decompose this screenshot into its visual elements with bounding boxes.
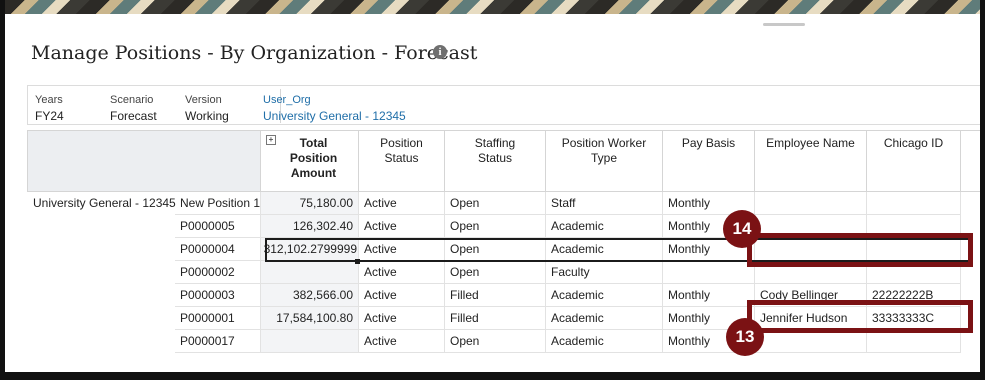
table-row: University General - 12345 New Position … — [27, 192, 980, 215]
decorative-banner — [5, 0, 980, 14]
position-cell[interactable]: P0000017 — [175, 330, 261, 353]
pov-version[interactable]: Version Working — [185, 94, 229, 123]
pay-basis-cell[interactable]: Monthly — [663, 284, 755, 307]
worker-type-cell[interactable]: Academic — [546, 238, 663, 261]
table-row: P0000017 Active Open Academic Monthly — [27, 330, 980, 353]
position-status-cell[interactable]: Active — [359, 261, 445, 284]
staffing-status-cell[interactable]: Open — [445, 261, 546, 284]
amount-cell[interactable]: 312,102.2799999 — [261, 238, 359, 261]
employee-name-cell[interactable] — [755, 192, 867, 215]
position-status-cell[interactable]: Active — [359, 284, 445, 307]
staffing-status-cell[interactable]: Open — [445, 215, 546, 238]
col-header-employee-name[interactable]: Employee Name — [755, 130, 867, 192]
worker-type-cell[interactable]: Staff — [546, 192, 663, 215]
col-header-chicago-id[interactable]: Chicago ID — [867, 130, 961, 192]
worker-type-cell[interactable]: Academic — [546, 215, 663, 238]
window-bottom-edge — [5, 372, 980, 375]
position-cell[interactable]: P0000002 — [175, 261, 261, 284]
pov-value: Working — [185, 109, 229, 123]
position-status-cell[interactable]: Active — [359, 238, 445, 261]
col-header-label: Employee Name — [766, 136, 855, 150]
amount-cell[interactable]: 17,584,100.80 — [261, 307, 359, 330]
pov-label: Scenario — [110, 94, 154, 106]
position-cell[interactable]: New Position 1 — [175, 192, 261, 215]
app-window: Manage Positions - By Organization - For… — [0, 0, 985, 380]
pov-value: Forecast — [110, 109, 157, 123]
chicago-id-cell[interactable] — [867, 330, 961, 353]
worker-type-cell[interactable]: Academic — [546, 307, 663, 330]
pov-label: Version — [185, 94, 222, 106]
pov-label: User_Org — [263, 94, 311, 106]
col-header-overflow — [961, 130, 980, 192]
pov-bar: Years FY24 Scenario Forecast Version Wor… — [27, 85, 980, 125]
staffing-status-cell[interactable]: Open — [445, 238, 546, 261]
amount-cell[interactable] — [261, 261, 359, 284]
staffing-status-cell[interactable]: Open — [445, 192, 546, 215]
drag-handle[interactable] — [763, 23, 805, 26]
page-title: Manage Positions - By Organization - For… — [31, 42, 478, 64]
staffing-status-cell[interactable]: Filled — [445, 307, 546, 330]
worker-type-cell[interactable]: Academic — [546, 330, 663, 353]
col-header-label: Position Status — [380, 136, 423, 165]
employee-name-cell[interactable] — [755, 330, 867, 353]
col-header-pay-basis[interactable]: Pay Basis — [663, 130, 755, 192]
worker-type-cell[interactable]: Faculty — [546, 261, 663, 284]
callout-badge: 14 — [723, 210, 761, 248]
info-icon[interactable]: i — [433, 45, 447, 59]
col-header-label: Pay Basis — [681, 136, 736, 150]
position-status-cell[interactable]: Active — [359, 330, 445, 353]
position-cell[interactable]: P0000004 — [175, 238, 261, 261]
fill-handle[interactable] — [355, 259, 360, 264]
position-status-cell[interactable]: Active — [359, 215, 445, 238]
position-cell[interactable]: P0000003 — [175, 284, 261, 307]
amount-cell[interactable]: 75,180.00 — [261, 192, 359, 215]
pov-scenario[interactable]: Scenario Forecast — [110, 94, 157, 123]
org-label: University General - 12345 — [33, 196, 176, 210]
pay-basis-cell[interactable] — [663, 261, 755, 284]
expand-icon[interactable]: + — [266, 135, 276, 145]
amount-cell[interactable]: 382,566.00 — [261, 284, 359, 307]
worker-type-cell[interactable]: Academic — [546, 284, 663, 307]
col-header-position-status[interactable]: Position Status — [359, 130, 445, 192]
callout-badge: 13 — [726, 318, 764, 356]
row-header-corner — [27, 130, 261, 192]
pov-value: University General - 12345 — [263, 109, 406, 123]
col-header-label: Staffing Status — [474, 136, 516, 165]
col-header-position-worker-type[interactable]: Position Worker Type — [546, 130, 663, 192]
pov-label: Years — [35, 94, 63, 106]
position-cell[interactable]: P0000001 — [175, 307, 261, 330]
pov-years[interactable]: Years FY24 — [35, 94, 64, 123]
amount-cell[interactable] — [261, 330, 359, 353]
col-header-label: Position Worker Type — [561, 136, 647, 165]
pov-value: FY24 — [35, 109, 64, 123]
position-cell[interactable]: P0000005 — [175, 215, 261, 238]
pov-user-org[interactable]: User_Org University General - 12345 — [263, 94, 406, 123]
staffing-status-cell[interactable]: Filled — [445, 284, 546, 307]
position-status-cell[interactable]: Active — [359, 192, 445, 215]
col-header-total-position-amount[interactable]: + Total Position Amount — [261, 130, 359, 192]
col-header-label: Chicago ID — [883, 136, 944, 150]
staffing-status-cell[interactable]: Open — [445, 330, 546, 353]
position-status-cell[interactable]: Active — [359, 307, 445, 330]
chicago-id-cell[interactable] — [867, 192, 961, 215]
amount-cell[interactable]: 126,302.40 — [261, 215, 359, 238]
callout-box-employee-fields — [747, 233, 973, 267]
col-header-staffing-status[interactable]: Staffing Status — [445, 130, 546, 192]
callout-box-jennifer-hudson — [747, 300, 973, 333]
